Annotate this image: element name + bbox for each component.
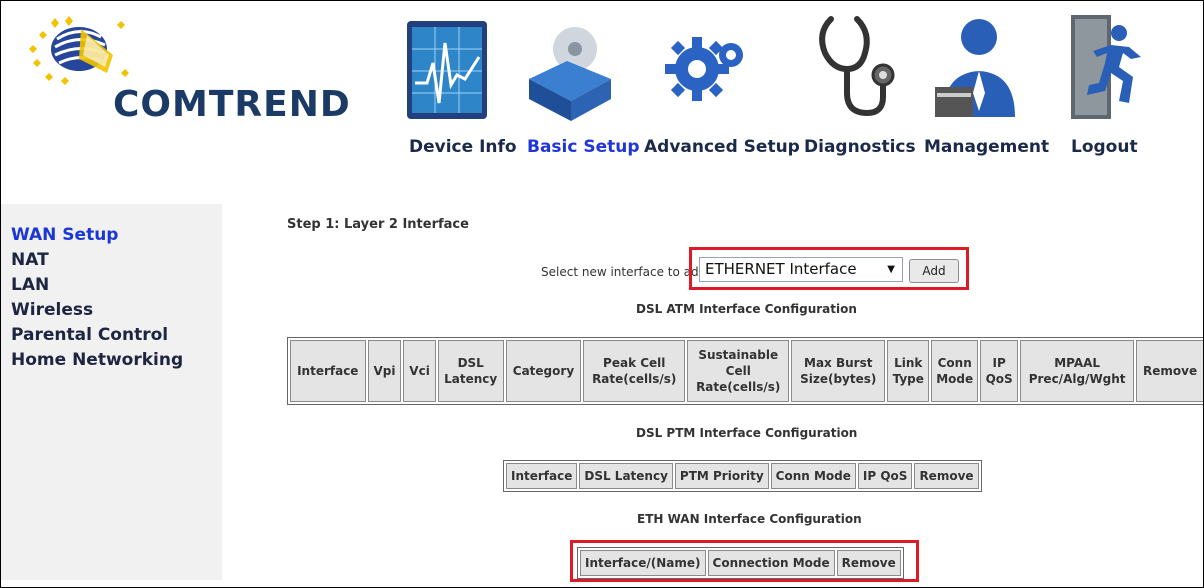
- add-button[interactable]: Add: [909, 259, 959, 283]
- router-admin-page: COMTREND Device Info Basic Setup Advance…: [0, 0, 1204, 588]
- nav-logout[interactable]: Logout: [1071, 137, 1138, 157]
- sidebar-item-lan[interactable]: LAN: [11, 275, 49, 295]
- col-remove: Remove: [1136, 340, 1203, 402]
- header: COMTREND Device Info Basic Setup Advance…: [1, 1, 1203, 197]
- select-interface-label: Select new interface to add:: [541, 265, 711, 279]
- col-conn-mode: Conn Mode: [931, 340, 979, 402]
- sidebar-item-parental-control[interactable]: Parental Control: [11, 325, 168, 345]
- col-remove: Remove: [836, 550, 901, 576]
- ptm-interface-table: Interface DSL Latency PTM Priority Conn …: [503, 460, 982, 492]
- nav-management[interactable]: Management: [924, 137, 1049, 157]
- nav-advanced-setup[interactable]: Advanced Setup: [644, 137, 800, 157]
- col-ip-qos: IP QoS: [980, 340, 1019, 402]
- nav-diagnostics[interactable]: Diagnostics: [804, 137, 916, 157]
- atm-table-title: DSL ATM Interface Configuration: [636, 302, 857, 316]
- diagnostics-icon[interactable]: [813, 13, 899, 123]
- interface-select[interactable]: ETHERNET Interface ▼: [699, 257, 903, 282]
- col-mpaal: MPAAL Prec/Alg/Wght: [1020, 340, 1135, 402]
- col-interface: Interface: [290, 340, 366, 402]
- table-header-row: Interface DSL Latency PTM Priority Conn …: [506, 463, 979, 489]
- eth-interface-table: Interface/(Name) Connection Mode Remove: [577, 547, 904, 579]
- advanced-setup-icon[interactable]: [661, 13, 747, 123]
- col-interface: Interface: [506, 463, 578, 489]
- management-icon[interactable]: [935, 13, 1021, 123]
- ptm-table-title: DSL PTM Interface Configuration: [636, 426, 858, 440]
- device-info-icon[interactable]: [405, 13, 491, 123]
- col-max-burst-size: Max Burst Size(bytes): [791, 340, 886, 402]
- col-vci: Vci: [403, 340, 436, 402]
- col-dsl-latency: DSL Latency: [437, 340, 504, 402]
- chevron-down-icon: ▼: [887, 264, 895, 275]
- sidebar-item-wireless[interactable]: Wireless: [11, 300, 93, 320]
- col-remove: Remove: [914, 463, 979, 489]
- step-title: Step 1: Layer 2 Interface: [287, 217, 469, 232]
- nav-basic-setup[interactable]: Basic Setup: [527, 137, 640, 157]
- brand-name: COMTREND: [113, 84, 351, 125]
- sidebar: WAN Setup NAT LAN Wireless Parental Cont…: [1, 204, 222, 580]
- col-interface-name: Interface/(Name): [580, 550, 706, 576]
- eth-table-title: ETH WAN Interface Configuration: [637, 512, 862, 526]
- sidebar-item-home-networking[interactable]: Home Networking: [11, 350, 183, 370]
- col-dsl-latency: DSL Latency: [579, 463, 673, 489]
- atm-interface-table: Interface Vpi Vci DSL Latency Category P…: [287, 337, 1203, 405]
- col-vpi: Vpi: [367, 340, 402, 402]
- col-link-type: Link Type: [887, 340, 930, 402]
- table-header-row: Interface/(Name) Connection Mode Remove: [580, 550, 901, 576]
- nav-device-info[interactable]: Device Info: [409, 137, 517, 157]
- logout-icon[interactable]: [1067, 13, 1153, 123]
- table-header-row: Interface Vpi Vci DSL Latency Category P…: [290, 340, 1203, 402]
- sidebar-item-wan-setup[interactable]: WAN Setup: [11, 225, 118, 245]
- col-sustainable-cell-rate: Sustainable Cell Rate(cells/s): [687, 340, 790, 402]
- col-category: Category: [505, 340, 582, 402]
- sidebar-item-nat[interactable]: NAT: [11, 250, 49, 270]
- col-peak-cell-rate: Peak Cell Rate(cells/s): [583, 340, 686, 402]
- basic-setup-icon[interactable]: [527, 13, 613, 123]
- col-ip-qos: IP QoS: [857, 463, 913, 489]
- col-ptm-priority: PTM Priority: [674, 463, 769, 489]
- col-connection-mode: Connection Mode: [707, 550, 835, 576]
- col-conn-mode: Conn Mode: [770, 463, 856, 489]
- interface-select-value: ETHERNET Interface: [705, 260, 857, 278]
